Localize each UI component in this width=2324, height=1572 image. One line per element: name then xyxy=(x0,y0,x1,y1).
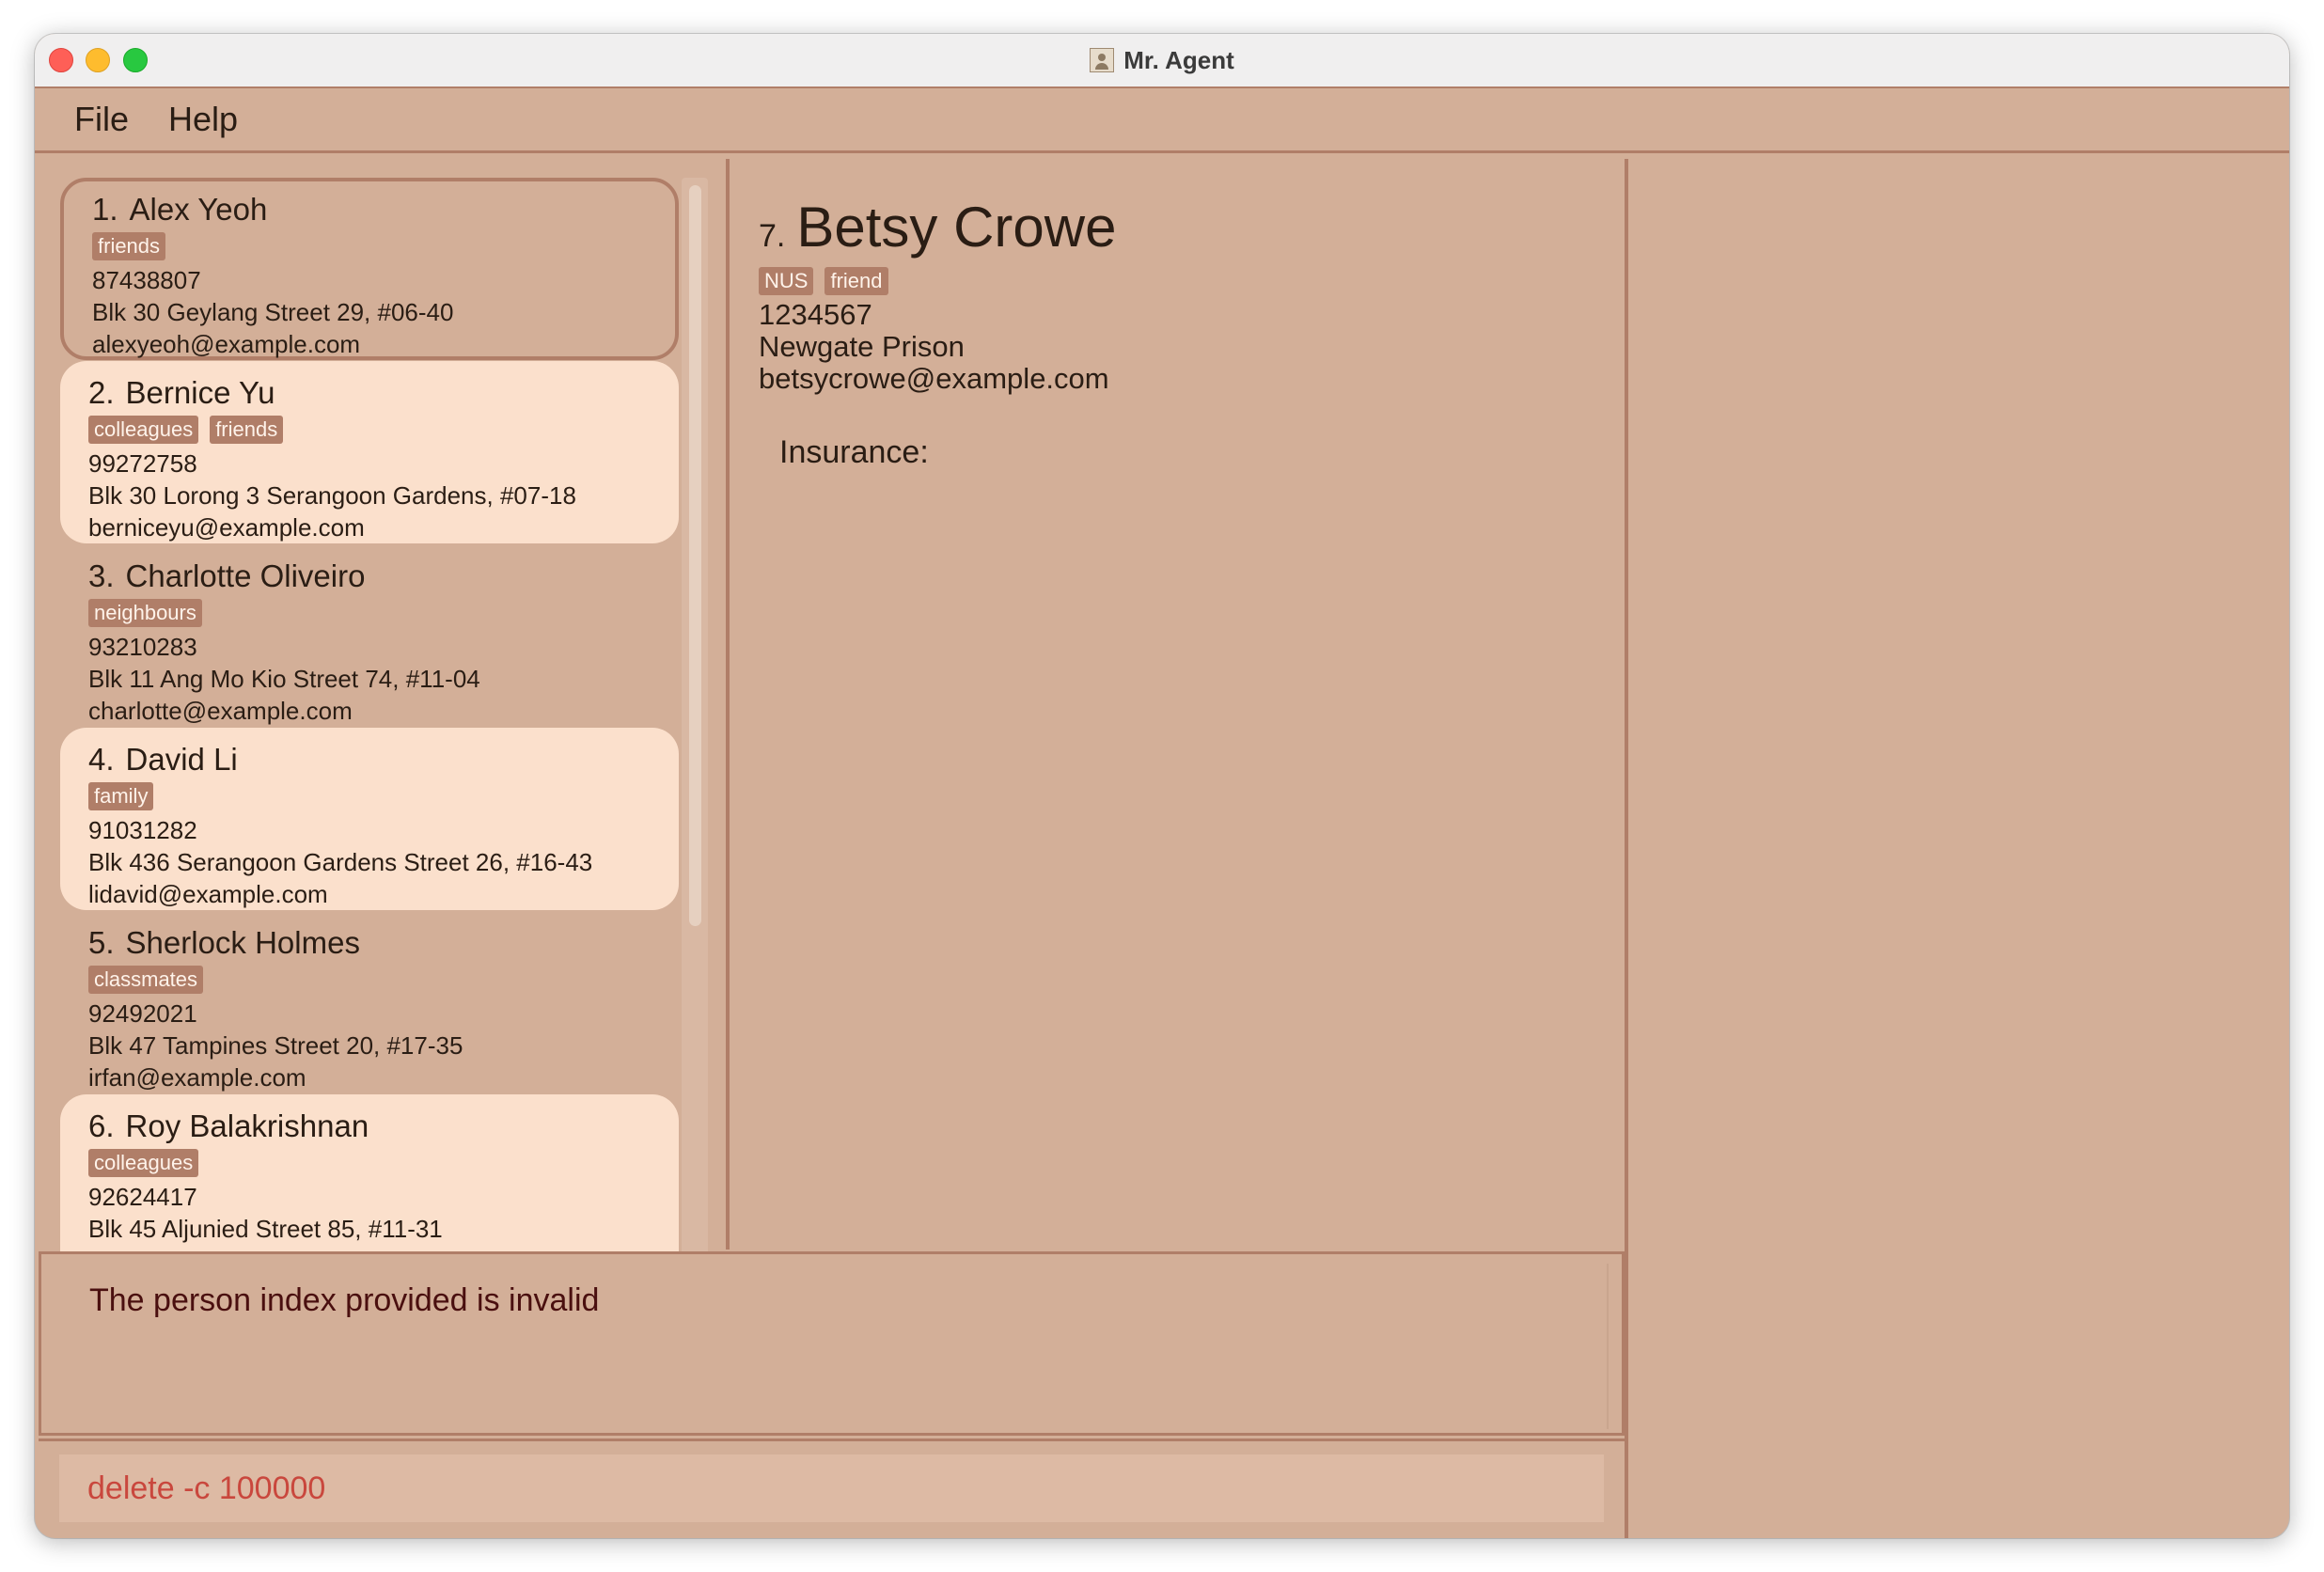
person-name-row: 2. Bernice Yu xyxy=(88,374,679,412)
person-name-row: 3. Charlotte Oliveiro xyxy=(88,558,679,595)
person-address: Blk 45 Aljunied Street 85, #11-31 xyxy=(88,1215,443,1243)
person-email: berniceyu@example.com xyxy=(88,513,365,542)
person-tags: classmates xyxy=(88,966,679,998)
person-card[interactable]: 6. Roy Balakrishnan colleagues 92624417 B… xyxy=(60,1094,679,1273)
person-email: lidavid@example.com xyxy=(88,880,328,908)
person-phone: 92624417 xyxy=(88,1183,197,1211)
scrollbar-thumb[interactable] xyxy=(689,185,701,926)
menu-file[interactable]: File xyxy=(72,100,131,139)
insurance-label: Insurance: xyxy=(779,434,929,470)
detail-phone: 1234567 xyxy=(759,298,872,331)
person-detail-panel: 7. Betsy Crowe NUS friend 1234567 Newgate… xyxy=(759,194,1605,471)
person-card[interactable]: 4. David Li family 91031282 Blk 436 Seran… xyxy=(60,728,679,910)
person-address: Blk 30 Geylang Street 29, #06-40 xyxy=(92,298,454,326)
panel-divider xyxy=(726,159,730,1250)
person-phone: 92492021 xyxy=(88,999,197,1028)
menu-help[interactable]: Help xyxy=(166,100,240,139)
person-tags: colleagues xyxy=(88,1149,679,1181)
result-text-area[interactable]: The person index provided is invalid xyxy=(62,1264,1609,1429)
person-list[interactable]: 1. Alex Yeoh friends 87438807 Blk 30 Geyl… xyxy=(60,178,709,1273)
person-name: Roy Balakrishnan xyxy=(125,1108,369,1143)
detail-address: Newgate Prison xyxy=(759,330,965,363)
tag-badge: classmates xyxy=(88,966,204,994)
person-list-scrollbar[interactable] xyxy=(682,178,708,1263)
person-index: 2. xyxy=(88,375,115,410)
person-name-row: 5. Sherlock Holmes xyxy=(88,924,679,962)
detail-index: 7. xyxy=(759,218,786,254)
menu-bar: File Help xyxy=(35,88,2289,153)
tag-badge: NUS xyxy=(759,267,814,295)
person-phone: 93210283 xyxy=(88,633,197,661)
title-bar: Mr. Agent xyxy=(35,34,2289,88)
person-name: Sherlock Holmes xyxy=(125,925,360,960)
person-email: charlotte@example.com xyxy=(88,697,353,725)
person-tags: neighbours xyxy=(88,599,679,631)
person-index: 5. xyxy=(88,925,115,960)
person-name-row: 1. Alex Yeoh xyxy=(92,191,675,228)
person-email: irfan@example.com xyxy=(88,1063,306,1092)
detail-name-row: 7. Betsy Crowe xyxy=(759,194,1605,261)
tag-badge: neighbours xyxy=(88,599,202,627)
person-phone: 91031282 xyxy=(88,816,197,844)
person-index: 4. xyxy=(88,742,115,777)
tag-badge: family xyxy=(88,782,154,810)
person-card[interactable]: 2. Bernice Yu colleagues friends 99272758… xyxy=(60,361,679,543)
detail-name: Betsy Crowe xyxy=(796,196,1117,259)
command-input[interactable] xyxy=(59,1454,1604,1522)
detail-tags: NUS friend xyxy=(759,267,1605,299)
person-index: 6. xyxy=(88,1108,115,1143)
app-icon xyxy=(1090,48,1115,72)
person-name: Alex Yeoh xyxy=(129,192,268,227)
person-phone: 99272758 xyxy=(88,449,197,478)
person-address: Blk 47 Tampines Street 20, #17-35 xyxy=(88,1031,463,1060)
tag-badge: friends xyxy=(210,416,284,444)
person-address: Blk 436 Serangoon Gardens Street 26, #16… xyxy=(88,848,593,876)
person-address: Blk 11 Ang Mo Kio Street 74, #11-04 xyxy=(88,665,480,693)
person-name-row: 4. David Li xyxy=(88,741,679,778)
person-address: Blk 30 Lorong 3 Serangoon Gardens, #07-1… xyxy=(88,481,576,510)
person-phone: 87438807 xyxy=(92,266,201,294)
tag-badge: colleagues xyxy=(88,1149,199,1177)
result-display: The person index provided is invalid xyxy=(39,1251,1625,1436)
detail-email: betsycrowe@example.com xyxy=(759,362,1109,395)
tag-badge: colleagues xyxy=(88,416,199,444)
result-message: The person index provided is invalid xyxy=(89,1282,600,1318)
panel-divider xyxy=(1625,159,1628,1538)
person-name: Bernice Yu xyxy=(125,375,275,410)
person-tags: colleagues friends xyxy=(88,416,679,448)
command-box xyxy=(39,1438,1625,1538)
person-tags: family xyxy=(88,782,679,814)
person-index: 1. xyxy=(92,192,118,227)
person-name: David Li xyxy=(125,742,238,777)
tag-badge: friend xyxy=(824,267,888,295)
person-email: alexyeoh@example.com xyxy=(92,330,361,358)
person-card[interactable]: 5. Sherlock Holmes classmates 92492021 Bl… xyxy=(60,911,679,1093)
person-card[interactable]: 1. Alex Yeoh friends 87438807 Blk 30 Geyl… xyxy=(60,178,679,360)
window-title: Mr. Agent xyxy=(1123,45,1234,74)
app-window: Mr. Agent File Help 1. Alex Yeoh friends … xyxy=(35,34,2289,1538)
person-index: 3. xyxy=(88,558,115,593)
tag-badge: friends xyxy=(92,232,166,260)
person-card[interactable]: 3. Charlotte Oliveiro neighbours 93210283… xyxy=(60,544,679,727)
person-tags: friends xyxy=(92,232,675,264)
person-name-row: 6. Roy Balakrishnan xyxy=(88,1108,679,1145)
person-name: Charlotte Oliveiro xyxy=(125,558,366,593)
